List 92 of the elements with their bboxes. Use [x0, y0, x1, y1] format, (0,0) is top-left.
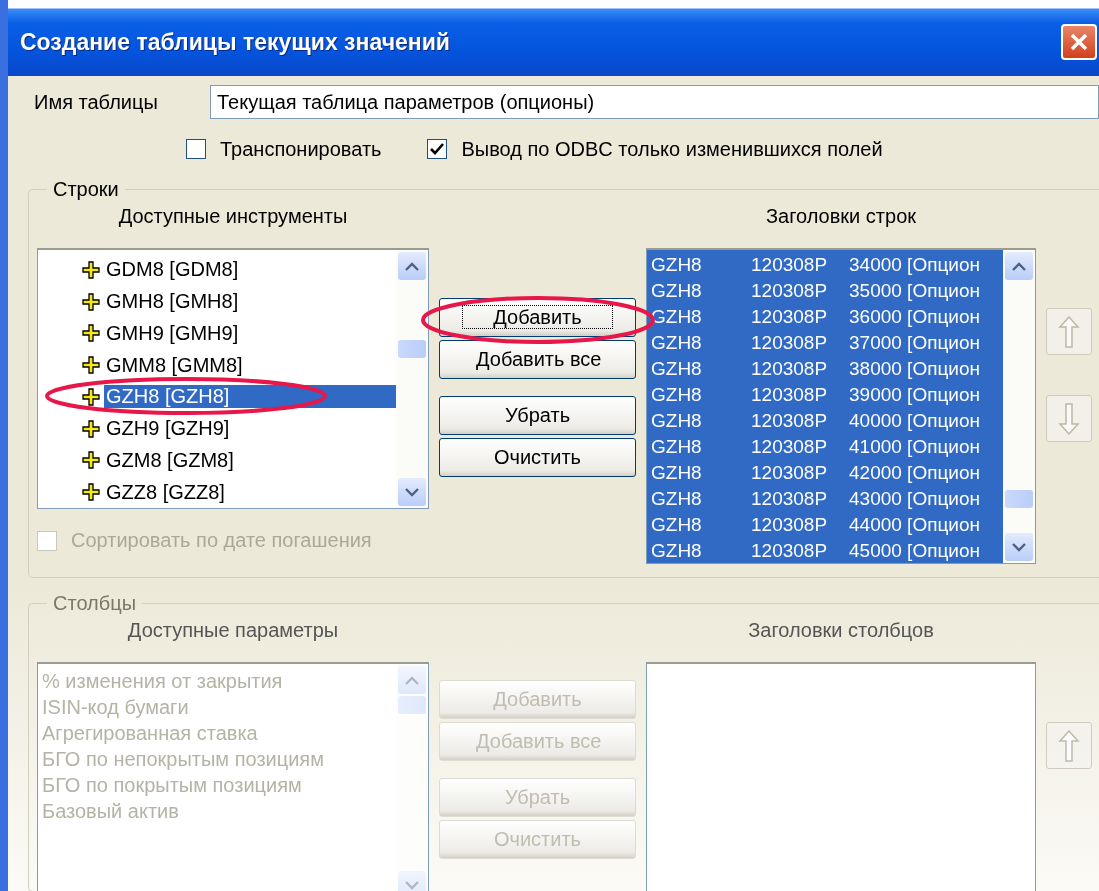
scrollbar[interactable]	[396, 250, 428, 508]
row-cell-text: 120308P	[751, 487, 829, 511]
close-icon	[1069, 32, 1089, 52]
row-cell-text: 44000 [Опцион	[849, 513, 981, 537]
list-item[interactable]: GMM8 [GMM8]	[104, 353, 245, 377]
field-label: Имя таблицы	[33, 90, 159, 114]
list-heading: Заголовки столбцов	[748, 619, 934, 641]
list-item[interactable]: GDM8 [GDM8]	[104, 258, 241, 282]
plus-icon[interactable]	[82, 356, 100, 375]
chevron-down-icon	[1012, 542, 1026, 552]
list-item[interactable]: GMH9 [GMH9]	[104, 321, 241, 345]
action-button[interactable]: Очистить	[439, 438, 636, 477]
row-cell-text: GZH8	[651, 487, 703, 511]
group-title: Строки	[52, 178, 120, 201]
row-cell-text: 120308P	[751, 461, 829, 485]
row-cell-text: 120308P	[751, 357, 829, 381]
plus-icon[interactable]	[82, 483, 100, 502]
chevron-up-icon	[405, 261, 419, 271]
list-item[interactable]: GZM8 [GZM8]	[104, 448, 236, 472]
scroll-down-button[interactable]	[1005, 533, 1033, 561]
plus-icon[interactable]	[82, 292, 100, 311]
row-cell-text: GZH8	[651, 305, 703, 329]
input-field[interactable]: Текущая таблица параметров (опционы)	[210, 85, 1099, 119]
scroll-up-button[interactable]	[398, 252, 426, 280]
row-cell-text: 37000 [Опцион	[849, 331, 981, 355]
row-cell-text: 35000 [Опцион	[849, 279, 981, 303]
action-button[interactable]: Убрать	[439, 396, 636, 435]
row-cell-text: 40000 [Опцион	[849, 409, 981, 433]
row-cell-text: 38000 [Опцион	[849, 357, 981, 381]
arrow-up-icon	[1058, 728, 1080, 763]
row-cell-text: GZH8	[651, 357, 703, 381]
scrollbar-thumb[interactable]	[398, 340, 426, 358]
list-box[interactable]	[646, 248, 1036, 564]
scrollbar-thumb[interactable]	[1005, 490, 1033, 508]
row-cell-text: 36000 [Опцион	[849, 305, 981, 329]
row-cell-text: 120308P	[751, 513, 829, 537]
row-cell-text: GZH8	[651, 253, 703, 277]
close-button[interactable]	[1061, 24, 1097, 60]
plus-icon[interactable]	[82, 324, 100, 343]
list-heading: Доступные параметры	[127, 619, 339, 641]
list-heading: Доступные инструменты	[118, 205, 348, 227]
chevron-down-icon	[405, 880, 419, 890]
checkbox-label: Вывод по ODBC только изменившихся полей	[461, 137, 883, 161]
row-cell-text: 120308P	[751, 539, 829, 563]
row-cell-text: 120308P	[751, 435, 829, 459]
row-cell-text: 120308P	[751, 253, 829, 277]
plus-icon[interactable]	[82, 419, 100, 438]
row-cell-text: 43000 [Опцион	[849, 487, 981, 511]
row-cell-text: 120308P	[751, 331, 829, 355]
row-cell-text: 120308P	[751, 409, 829, 433]
scroll-up-button[interactable]	[1005, 252, 1033, 280]
window-title: Создание таблицы текущих значений	[20, 28, 450, 56]
row-cell-text: GZH8	[651, 513, 703, 537]
group-title: Столбцы	[52, 592, 138, 615]
scrollbar[interactable]	[1003, 250, 1035, 563]
arrow-down-icon	[1058, 401, 1080, 436]
chevron-up-icon	[1012, 261, 1026, 271]
row-cell-text: 120308P	[751, 305, 829, 329]
checkbox-label: Сортировать по дате погашения	[71, 529, 372, 552]
checkbox[interactable]	[186, 139, 206, 159]
row-cell-text: GZH8	[651, 331, 703, 355]
row-cell-text: 39000 [Опцион	[849, 383, 981, 407]
row-cell-text: GZH8	[651, 383, 703, 407]
scrollbar[interactable]	[396, 664, 428, 891]
row-cell-text: 45000 [Опцион	[849, 539, 981, 563]
checkbox[interactable]	[427, 139, 448, 159]
row-cell-text: GZH8	[651, 461, 703, 485]
scroll-down-button[interactable]	[398, 478, 426, 506]
row-cell-text: 41000 [Опцион	[849, 435, 981, 459]
list-box[interactable]: GDM8 [GDM8] GMH8 [GMH8] GMH9 [GMH9] GMM8 [GMM8] GZH8 [GZH8] GZH9 [GZH9] GZM8 [GZM8] GZZ8 [GZZ8]	[37, 248, 429, 509]
list-heading: Заголовки строк	[766, 205, 916, 227]
arrow-up-icon	[1058, 314, 1080, 349]
row-cell-text: 120308P	[751, 383, 829, 407]
row-cell-text: GZH8	[651, 435, 703, 459]
row-cell-text: 42000 [Опцион	[849, 461, 981, 485]
action-button[interactable]: Добавить все	[439, 340, 636, 379]
row-cell-text: 34000 [Опцион	[849, 253, 981, 277]
plus-icon[interactable]	[82, 451, 100, 470]
row-cell-text: GZH8	[651, 409, 703, 433]
row-cell-text: GZH8	[651, 279, 703, 303]
row-cell-text: 120308P	[751, 279, 829, 303]
list-item[interactable]: GZH9 [GZH9]	[104, 417, 232, 441]
plus-icon[interactable]	[82, 387, 100, 406]
row-cell-text: GZH8	[651, 539, 703, 563]
checkbox-label: Транспонировать	[220, 137, 382, 161]
plus-icon[interactable]	[82, 260, 100, 279]
list-item[interactable]: GZZ8 [GZZ8]	[104, 480, 227, 504]
chevron-up-icon	[405, 675, 419, 685]
list-item[interactable]: GMH8 [GMH8]	[104, 290, 241, 314]
scrollbar-thumb[interactable]	[398, 696, 426, 714]
list-item[interactable]: GZH8 [GZH8]	[104, 385, 396, 409]
chevron-down-icon	[405, 487, 419, 497]
